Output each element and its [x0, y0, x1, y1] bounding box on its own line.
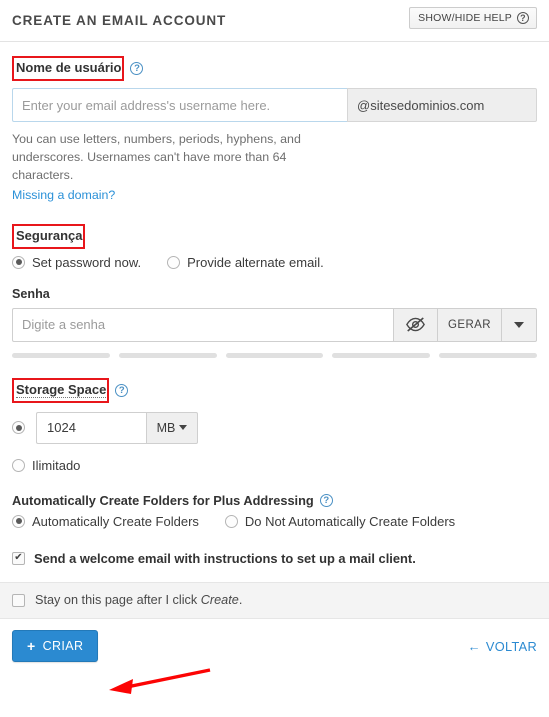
password-options-dropdown-button[interactable] — [501, 307, 537, 342]
strength-segment — [225, 352, 324, 358]
question-circle-icon: ? — [517, 12, 529, 24]
stay-on-page-suffix: . — [238, 593, 243, 608]
username-help-text: You can use letters, numbers, periods, h… — [12, 132, 301, 182]
create-button[interactable]: + CRIAR — [12, 630, 99, 663]
page-header: CREATE AN EMAIL ACCOUNT SHOW/HIDE HELP ? — [0, 0, 549, 42]
page-title: CREATE AN EMAIL ACCOUNT — [12, 13, 227, 28]
radio-icon-storage-quota[interactable] — [12, 421, 25, 435]
missing-a-domain-link[interactable]: Missing a domain? — [12, 188, 115, 202]
radio-label-provide-alternate-email: Provide alternate email. — [187, 254, 324, 270]
storage-quota-input[interactable] — [36, 411, 146, 444]
caret-down-icon — [179, 425, 188, 431]
radio-label-storage-unlimited: Ilimitado — [32, 457, 81, 473]
storage-label: Storage Space — [16, 381, 107, 398]
security-options: Set password now. Provide alternate emai… — [12, 255, 537, 270]
stay-on-page-emphasis: Create — [200, 593, 239, 608]
security-label-row: Segurança — [12, 223, 537, 249]
eye-slash-icon — [406, 317, 425, 333]
radio-auto-create-folders[interactable]: Automatically Create Folders — [12, 514, 199, 529]
username-input[interactable] — [12, 88, 347, 122]
stay-on-page-label: Stay on this page after I click Create. — [35, 593, 242, 607]
radio-icon-auto-create-folders[interactable] — [12, 514, 25, 528]
strength-segment — [332, 352, 431, 358]
create-button-label: CRIAR — [42, 639, 84, 654]
plus-addressing-title-row: Automatically Create Folders for Plus Ad… — [12, 493, 537, 508]
welcome-email-checkbox[interactable] — [12, 551, 25, 565]
security-label-highlight: Segurança — [12, 223, 86, 249]
welcome-email-checkbox-row[interactable]: Send a welcome email with instructions t… — [12, 551, 537, 566]
generate-password-label: GERAR — [448, 318, 491, 331]
radio-label-set-password-now: Set password now. — [32, 254, 142, 270]
plus-icon: + — [27, 638, 36, 655]
radio-icon-set-password-now[interactable] — [12, 255, 25, 269]
storage-quota-row: MB — [12, 411, 537, 444]
radio-set-password-now[interactable]: Set password now. — [12, 255, 141, 270]
strength-segment — [118, 352, 217, 358]
show-hide-help-label: SHOW/HIDE HELP — [418, 12, 512, 24]
plus-addressing-title: Automatically Create Folders for Plus Ad… — [12, 492, 314, 508]
username-label-highlight: Nome de usuário — [12, 56, 125, 81]
generate-password-button[interactable]: GERAR — [437, 307, 501, 342]
radio-provide-alternate-email[interactable]: Provide alternate email. — [167, 255, 324, 270]
plus-addressing-help-icon[interactable]: ? — [319, 493, 333, 507]
username-input-group: @sitesedominios.com — [12, 88, 537, 122]
strength-segment — [12, 352, 110, 358]
security-label: Segurança — [16, 227, 83, 243]
show-hide-help-button[interactable]: SHOW/HIDE HELP ? — [409, 7, 537, 29]
storage-label-row: Storage Space ? — [12, 377, 537, 403]
stay-on-page-prefix: Stay on this page after I click — [35, 593, 201, 608]
create-email-account-page: CREATE AN EMAIL ACCOUNT SHOW/HIDE HELP ?… — [0, 0, 549, 717]
storage-unit-dropdown[interactable]: MB — [146, 411, 198, 444]
password-label: Senha — [12, 286, 50, 301]
radio-icon-provide-alternate-email[interactable] — [167, 255, 181, 269]
storage-help-icon[interactable]: ? — [115, 383, 129, 397]
form-footer: + CRIAR ← VOLTAR — [0, 619, 549, 674]
password-input[interactable] — [12, 307, 393, 342]
radio-storage-unlimited[interactable]: Ilimitado — [12, 458, 537, 473]
password-strength-meter — [12, 352, 537, 358]
caret-down-icon — [514, 321, 524, 328]
password-input-group: GERAR — [12, 307, 537, 342]
storage-section: Storage Space ? MB Ilimitado — [12, 377, 537, 473]
strength-segment — [439, 352, 537, 358]
username-label: Nome de usuário — [16, 60, 122, 75]
radio-label-auto-create-folders: Automatically Create Folders — [32, 513, 199, 529]
username-label-row: Nome de usuário ? — [12, 56, 537, 81]
radio-do-not-auto-create-folders[interactable]: Do Not Automatically Create Folders — [224, 513, 456, 529]
radio-label-do-not-auto-create-folders: Do Not Automatically Create Folders — [244, 513, 456, 529]
back-button-label: VOLTAR — [485, 638, 537, 654]
security-section: Segurança Set password now. Provide alte… — [12, 223, 537, 358]
arrow-left-icon: ← — [467, 638, 481, 654]
username-help-icon[interactable]: ? — [130, 62, 144, 75]
storage-label-highlight: Storage Space — [12, 377, 110, 403]
stay-on-page-row[interactable]: Stay on this page after I click Create. — [0, 581, 549, 619]
storage-unit-label: MB — [156, 420, 176, 435]
stay-on-page-checkbox[interactable] — [12, 593, 25, 607]
form-body: Nome de usuário ? @sitesedominios.com Yo… — [0, 56, 549, 566]
welcome-email-label: Send a welcome email with instructions t… — [34, 550, 416, 566]
back-button[interactable]: ← VOLTAR — [468, 639, 537, 654]
radio-icon-storage-unlimited[interactable] — [12, 458, 25, 472]
plus-addressing-options: Automatically Create Folders Do Not Auto… — [12, 514, 537, 529]
domain-suffix: @sitesedominios.com — [347, 88, 537, 122]
radio-icon-do-not-auto-create-folders[interactable] — [224, 514, 238, 528]
toggle-password-visibility-button[interactable] — [393, 307, 437, 342]
plus-addressing-section: Automatically Create Folders for Plus Ad… — [12, 493, 537, 529]
storage-quota-input-group: MB — [36, 411, 198, 444]
